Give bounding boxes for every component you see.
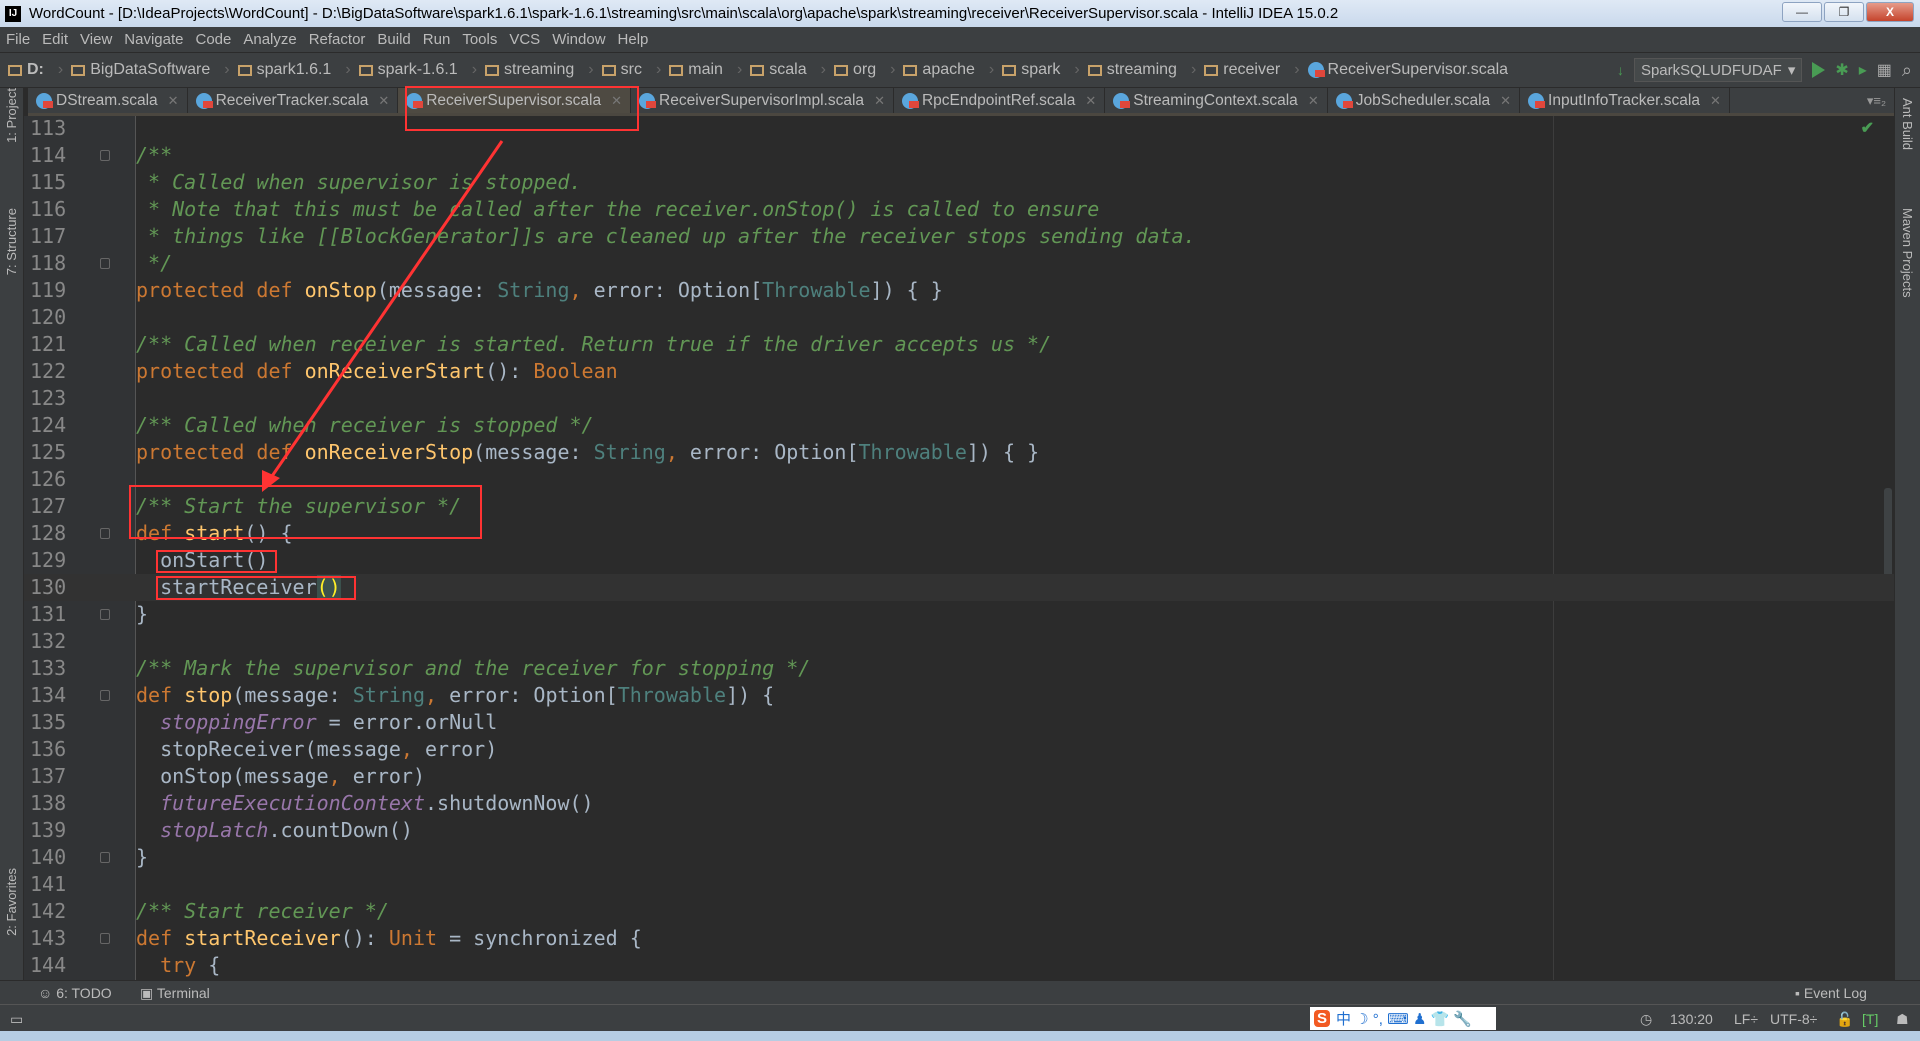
tool-window-bar: ☺ 6: TODO ▣ Terminal ▪ Event Log <box>0 980 1920 1004</box>
event-log-tool[interactable]: ▪ Event Log <box>1795 985 1867 1001</box>
windows-taskbar <box>0 1031 1920 1041</box>
todo-tool[interactable]: ☺ 6: TODO <box>38 985 112 1001</box>
inspector-icon[interactable]: ☗ <box>1896 1011 1909 1028</box>
lock-icon[interactable]: 🔓 <box>1836 1011 1853 1028</box>
status-bar: ▭ S中 ☽ °, ⌨ ♟ 👕 🔧 ◷ 130:20 LF÷ UTF-8÷ 🔓 … <box>0 1004 1920 1031</box>
clock-icon: ◷ <box>1640 1011 1653 1027</box>
file-encoding[interactable]: UTF-8÷ <box>1770 1011 1817 1027</box>
terminal-tool[interactable]: ▣ Terminal <box>140 985 210 1002</box>
line-separator[interactable]: LF÷ <box>1734 1011 1758 1027</box>
annotation-arrow <box>262 140 504 492</box>
terminal-icon[interactable]: [T] <box>1862 1011 1878 1027</box>
caret-position[interactable]: 130:20 <box>1670 1011 1713 1027</box>
toggle-tool-windows-icon[interactable]: ▭ <box>10 1011 23 1028</box>
ime-toolbar: S中 ☽ °, ⌨ ♟ 👕 🔧 <box>1310 1007 1496 1030</box>
